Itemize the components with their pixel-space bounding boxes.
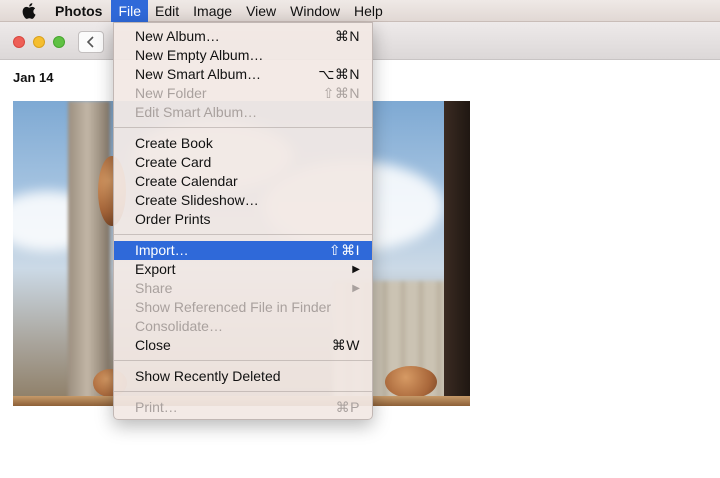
menu-item-label: Create Slideshow…: [135, 192, 259, 208]
menu-bar: Photos File Edit Image View Window Help: [0, 0, 720, 22]
chevron-left-icon: [86, 36, 94, 48]
menu-item-label: Order Prints: [135, 211, 211, 227]
menu-item-label: New Album…: [135, 28, 220, 44]
menu-item-label: Show Recently Deleted: [135, 368, 281, 384]
submenu-arrow-icon: ▶: [352, 283, 360, 294]
menu-help[interactable]: Help: [347, 0, 390, 22]
menu-item-label: New Empty Album…: [135, 47, 264, 63]
close-window-button[interactable]: [13, 36, 25, 48]
back-button[interactable]: [78, 31, 104, 53]
zoom-window-button[interactable]: [53, 36, 65, 48]
menu-edit[interactable]: Edit: [148, 0, 186, 22]
menu-item-close[interactable]: Close ⌘W: [114, 336, 372, 355]
date-section-heading: Jan 14: [13, 70, 54, 85]
menu-item-share[interactable]: Share ▶: [114, 279, 372, 298]
menu-item-show-recently-deleted[interactable]: Show Recently Deleted: [114, 367, 372, 386]
menu-item-label: New Smart Album…: [135, 66, 262, 82]
menu-item-shortcut: ⌘P: [335, 399, 360, 415]
menu-item-label: Create Card: [135, 154, 212, 170]
menu-item-shortcut: ⌥⌘N: [318, 66, 360, 82]
menu-item-shortcut: ⌘N: [334, 28, 360, 44]
apple-icon[interactable]: [19, 0, 39, 22]
menu-item-create-slideshow[interactable]: Create Slideshow…: [114, 191, 372, 210]
menu-image[interactable]: Image: [186, 0, 239, 22]
menu-item-new-empty-album[interactable]: New Empty Album…: [114, 46, 372, 65]
menu-item-label: Export: [135, 261, 176, 277]
menu-item-new-album[interactable]: New Album… ⌘N: [114, 27, 372, 46]
menu-item-label: Show Referenced File in Finder: [135, 299, 332, 315]
menu-item-label: Create Calendar: [135, 173, 238, 189]
menu-item-shortcut: ⇧⌘I: [328, 242, 360, 258]
menu-item-label: Edit Smart Album…: [135, 104, 258, 120]
menu-separator: [114, 386, 372, 398]
menu-item-new-smart-album[interactable]: New Smart Album… ⌥⌘N: [114, 65, 372, 84]
menu-item-shortcut: ⇧⌘N: [322, 85, 360, 101]
menu-item-edit-smart-album[interactable]: Edit Smart Album…: [114, 103, 372, 122]
menu-item-create-book[interactable]: Create Book: [114, 134, 372, 153]
menu-window[interactable]: Window: [283, 0, 347, 22]
menu-file[interactable]: File: [111, 0, 149, 22]
menu-item-label: Share: [135, 280, 173, 296]
file-menu-dropdown: New Album… ⌘N New Empty Album… New Smart Al…: [113, 22, 373, 420]
menu-item-new-folder[interactable]: New Folder ⇧⌘N: [114, 84, 372, 103]
menu-separator: [114, 122, 372, 134]
menu-item-label: Import…: [135, 242, 189, 258]
menu-item-create-calendar[interactable]: Create Calendar: [114, 172, 372, 191]
menu-item-label: Consolidate…: [135, 318, 223, 334]
menu-item-import[interactable]: Import… ⇧⌘I: [114, 241, 372, 260]
menu-item-label: Print…: [135, 399, 178, 415]
menu-item-print[interactable]: Print… ⌘P: [114, 398, 372, 417]
menu-item-consolidate[interactable]: Consolidate…: [114, 317, 372, 336]
menu-separator: [114, 355, 372, 367]
app-menu-photos[interactable]: Photos: [55, 0, 111, 22]
menu-item-export[interactable]: Export ▶: [114, 260, 372, 279]
menu-item-label: Create Book: [135, 135, 213, 151]
menu-item-shortcut: ⌘W: [331, 337, 360, 353]
submenu-arrow-icon: ▶: [352, 264, 360, 275]
minimize-window-button[interactable]: [33, 36, 45, 48]
menu-item-label: New Folder: [135, 85, 207, 101]
menu-item-label: Close: [135, 337, 171, 353]
menu-item-show-referenced-file-in-finder[interactable]: Show Referenced File in Finder: [114, 298, 372, 317]
menu-view[interactable]: View: [239, 0, 283, 22]
menu-item-create-card[interactable]: Create Card: [114, 153, 372, 172]
menu-item-order-prints[interactable]: Order Prints: [114, 210, 372, 229]
menu-separator: [114, 229, 372, 241]
